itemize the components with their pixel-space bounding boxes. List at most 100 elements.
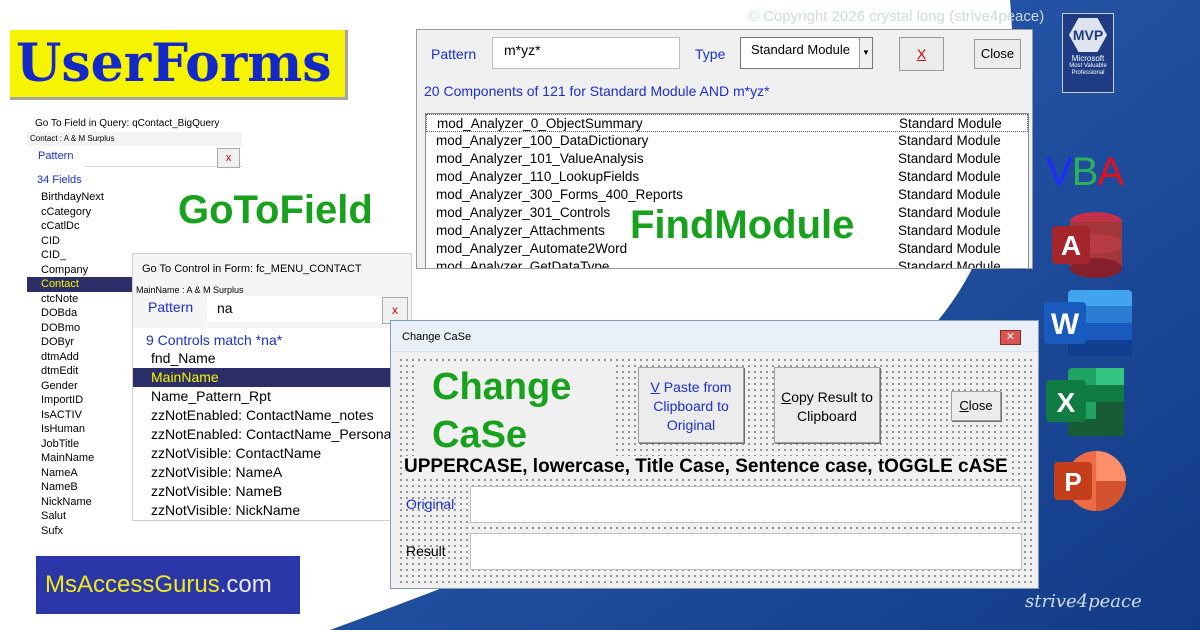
module-row[interactable]: mod_Analyzer_100_DataDictionary Standard …: [426, 132, 1028, 150]
powerpoint-icon: P: [1054, 451, 1126, 511]
module-type: Standard Module: [898, 259, 1001, 269]
paste-from-clipboard-button[interactable]: V Paste from Clipboard to Original: [638, 367, 744, 443]
change-case-dialog: Change CaSe ✕ Change CaSe V Paste from C…: [390, 320, 1039, 589]
word-icon: W: [1044, 290, 1132, 356]
chevron-down-icon[interactable]: ▼: [859, 38, 872, 68]
vba-a: A: [1097, 150, 1124, 194]
goto-field-clear-button[interactable]: x: [217, 148, 240, 168]
module-name: mod_Analyzer_110_LookupFields: [436, 169, 640, 184]
goto-field-pattern-row: Pattern x: [27, 146, 242, 168]
change-case-window-title: Change CaSe: [402, 331, 472, 343]
result-label: Result: [406, 543, 446, 559]
excel-icon: X: [1046, 368, 1124, 436]
logo-part1: MsAccessGurus: [45, 571, 220, 598]
module-type: Standard Module: [898, 187, 1001, 202]
close-icon[interactable]: ✕: [1000, 330, 1021, 345]
goto-control-dialog: Go To Control in Form: fc_MENU_CONTACT M…: [132, 253, 412, 521]
goto-control-count: 9 Controls match *na*: [146, 332, 283, 348]
vba-b: B: [1071, 150, 1099, 194]
control-list-item[interactable]: zzNotVisible: NickName: [133, 501, 411, 520]
copyright-text: © Copyright 2026 crystal long (strive4pe…: [748, 8, 1045, 25]
change-case-big-title: Change CaSe: [414, 363, 614, 457]
module-name: mod_Analyzer_300_Forms_400_Reports: [436, 187, 683, 202]
module-type: Standard Module: [898, 133, 1001, 148]
find-module-type-value: Standard Module: [751, 42, 851, 57]
paste-label: Paste from Clipboard to Original: [653, 379, 732, 433]
module-name: mod_Analyzer_Automate2Word: [436, 241, 628, 256]
control-list-item[interactable]: zzNotVisible: NameB: [133, 482, 411, 501]
copy-label: opy Result to Clipboard: [791, 389, 873, 424]
change-case-body: Change CaSe V Paste from Clipboard to Or…: [398, 357, 1032, 584]
findmodule-label: FindModule: [630, 203, 855, 247]
module-row[interactable]: mod_Analyzer_GetDataType Standard Module: [426, 258, 1028, 269]
module-type: Standard Module: [898, 151, 1001, 166]
control-list-item[interactable]: zzNotEnabled: ContactName_notes: [133, 406, 411, 425]
find-module-clear-button[interactable]: X: [899, 37, 944, 71]
mvp-line3: Professional: [1071, 70, 1105, 76]
module-name: mod_Analyzer_GetDataType: [436, 259, 610, 269]
module-name: mod_Analyzer_Attachments: [436, 223, 605, 238]
goto-control-subheader: MainName : A & M Surplus: [133, 284, 411, 296]
case-modes-text: UPPERCASE, lowercase, Title Case, Senten…: [404, 456, 1008, 478]
mvp-line2: Most Valuable: [1069, 63, 1107, 69]
close-label: lose: [968, 398, 993, 413]
find-module-count: 20 Components of 121 for Standard Module…: [424, 83, 770, 99]
module-row[interactable]: mod_Analyzer_110_LookupFields Standard Mo…: [426, 168, 1028, 186]
close-hotkey: C: [959, 398, 969, 413]
find-module-type-label: Type: [695, 46, 726, 62]
module-type: Standard Module: [898, 205, 1001, 220]
goto-control-pattern-input[interactable]: na: [207, 296, 383, 322]
copy-hotkey: C: [781, 389, 792, 405]
module-type: Standard Module: [899, 116, 1002, 131]
find-module-pattern-input[interactable]: m*yz*: [492, 37, 680, 69]
goto-field-subheader: Contact : A & M Surplus: [27, 132, 242, 146]
module-type: Standard Module: [898, 241, 1001, 256]
change-case-close-button[interactable]: Close: [951, 391, 1001, 421]
module-row[interactable]: mod_Analyzer_0_ObjectSummary Standard Mod…: [426, 114, 1028, 132]
control-list-item[interactable]: zzNotEnabled: ContactName_Personal: [133, 425, 411, 444]
goto-field-pattern-label: Pattern: [38, 150, 74, 162]
svg-text:P: P: [1064, 467, 1081, 497]
mvp-logo: MVP Microsoft Most Valuable Professional: [1062, 13, 1114, 93]
field-list-item[interactable]: CID: [27, 234, 242, 249]
result-input[interactable]: [470, 533, 1022, 570]
original-input[interactable]: [470, 486, 1022, 523]
msaccessgurus-logo[interactable]: MsAccessGurus.com: [36, 556, 300, 614]
change-case-titlebar: Change CaSe ✕: [391, 321, 1038, 352]
banner-title: UserForms: [16, 33, 332, 94]
find-module-pattern-label: Pattern: [431, 46, 477, 62]
module-type: Standard Module: [898, 169, 1001, 184]
module-row[interactable]: mod_Analyzer_300_Forms_400_Reports Standa…: [426, 186, 1028, 204]
access-icon: A: [1052, 212, 1122, 278]
control-list-item[interactable]: Name_Pattern_Rpt: [133, 387, 411, 406]
mvp-hex: MVP: [1069, 18, 1107, 52]
control-list-item[interactable]: zzNotVisible: ContactName: [133, 444, 411, 463]
goto-field-header: Go To Field in Query: qContact_BigQuery: [35, 118, 220, 129]
svg-text:W: W: [1051, 308, 1080, 341]
module-row[interactable]: mod_Analyzer_101_ValueAnalysis Standard M…: [426, 150, 1028, 168]
module-name: mod_Analyzer_100_DataDictionary: [436, 133, 649, 148]
find-module-close-button[interactable]: Close: [974, 39, 1021, 69]
find-module-type-select[interactable]: Standard Module ▼: [740, 37, 873, 69]
svg-text:X: X: [1057, 387, 1076, 418]
control-list-item[interactable]: MainName: [133, 368, 411, 387]
goto-field-count: 34 Fields: [37, 174, 82, 186]
svg-text:A: A: [1061, 230, 1081, 261]
paste-hotkey: V: [650, 379, 660, 395]
module-name: mod_Analyzer_101_ValueAnalysis: [436, 151, 644, 166]
field-list-item[interactable]: Sufx: [27, 524, 242, 535]
vba-v: V: [1046, 150, 1073, 194]
module-name: mod_Analyzer_301_Controls: [436, 205, 611, 220]
module-type: Standard Module: [898, 223, 1001, 238]
goto-control-pattern-row: Pattern na x: [133, 296, 411, 328]
goto-control-list[interactable]: fnd_Name MainName Name_Pattern_Rpt zzNotEna…: [133, 349, 411, 520]
control-list-item[interactable]: zzNotVisible: NameA: [133, 463, 411, 482]
control-list-item[interactable]: fnd_Name: [133, 349, 411, 368]
signature-text: strive4peace: [1025, 591, 1142, 612]
copy-result-button[interactable]: Copy Result to Clipboard: [774, 367, 880, 443]
logo-part2: .com: [219, 571, 272, 598]
goto-control-header: Go To Control in Form: fc_MENU_CONTACT: [133, 254, 411, 284]
title-banner: UserForms: [10, 30, 348, 100]
vba-logo: VBA: [1046, 150, 1124, 195]
mvp-line1: Microsoft: [1071, 54, 1105, 63]
